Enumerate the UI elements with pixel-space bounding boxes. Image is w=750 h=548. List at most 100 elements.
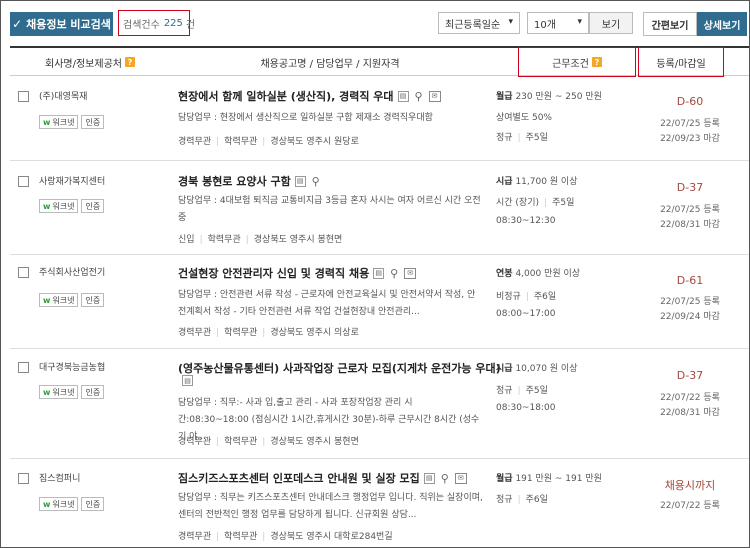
- experience-tag: 경력무관: [178, 532, 212, 542]
- chevron-down-icon: ▾: [577, 17, 582, 27]
- header-title: 채용공고명 / 담당업무 / 지원자격: [180, 48, 480, 76]
- registered-date: 22/07/25 등록: [660, 119, 720, 129]
- separator: |: [262, 532, 266, 542]
- job-title[interactable]: (영주농산물유통센터) 사과작업장 근로자 모집(지게차 운전가능 우대): [178, 360, 501, 376]
- worknet-badge-label: 워크넷: [52, 295, 75, 305]
- registered-date: 22/07/25 등록: [660, 205, 720, 215]
- company-name[interactable]: 대구경북능금농협: [39, 360, 105, 373]
- row-checkbox[interactable]: [18, 176, 29, 187]
- worknet-badge-label: 워크넷: [52, 499, 75, 509]
- document-icon[interactable]: ▤: [182, 375, 193, 386]
- dday-badge: D-37: [676, 181, 704, 194]
- toolbar: ✓ 채용정보 비교검색 검색건수 225 건 최근등록일순 ▾ 10개 ▾ 보기…: [1, 1, 749, 41]
- worknet-badge-label: 워크넷: [52, 117, 75, 127]
- work-days: 주5일: [552, 198, 575, 208]
- employment-condition: 정규 | 주5일: [496, 383, 548, 396]
- education-tag: 학력무관: [224, 328, 258, 338]
- education-tag: 학력무관: [224, 532, 258, 542]
- page-size-value: 10개: [534, 19, 556, 31]
- registered-date: 22/07/22 등록: [660, 393, 720, 403]
- pay-info: 월급 191 만원 ~ 191 만원: [496, 471, 602, 484]
- worknet-logo-icon: w: [43, 499, 51, 509]
- worknet-logo-icon: w: [43, 117, 51, 127]
- detail-view-button[interactable]: 상세보기: [697, 12, 747, 36]
- separator: |: [216, 437, 220, 447]
- closing-date: 22/09/23 마감: [660, 134, 720, 144]
- sort-select[interactable]: 최근등록일순 ▾: [438, 12, 520, 34]
- worknet-badge: w 워크넷: [39, 199, 79, 213]
- date-info: 22/07/25 등록 22/09/24 마감: [650, 295, 730, 325]
- worknet-badge-label: 워크넷: [52, 201, 75, 211]
- separator: |: [525, 292, 529, 302]
- help-icon[interactable]: ?: [591, 57, 602, 67]
- compare-search-button[interactable]: ✓ 채용정보 비교검색: [10, 12, 113, 36]
- row-checkbox[interactable]: [18, 267, 29, 278]
- company-name[interactable]: (주)대영목재: [39, 89, 87, 102]
- job-tags: 경력무관 | 학력무관 | 경상북도 영주시 대학로284번길: [178, 529, 393, 542]
- mail-icon[interactable]: ✉: [454, 472, 467, 484]
- worknet-logo-icon: w: [43, 387, 51, 397]
- row-checkbox[interactable]: [18, 362, 29, 373]
- result-count-unit: 건: [185, 19, 196, 31]
- company-name[interactable]: 사랑재가복지센터: [39, 174, 105, 187]
- registered-date: 22/07/22 등록: [660, 501, 720, 511]
- location-tag: 경상북도 영주시 의상로: [270, 328, 359, 338]
- separator: |: [245, 235, 249, 245]
- search-icon[interactable]: ⚲: [310, 175, 322, 188]
- table-row: (주)대영목재 w 워크넷 인증 현장에서 함께 일하실분 (생산직), 경력직 …: [10, 77, 749, 161]
- pay-type: 연봉: [496, 269, 513, 279]
- certified-badge: 인증: [81, 199, 105, 213]
- worknet-badge: w 워크넷: [39, 293, 79, 307]
- help-icon[interactable]: ?: [124, 57, 135, 67]
- mail-icon[interactable]: ✉: [404, 267, 417, 279]
- job-title-text: 경북 봉현로 요양사 구함: [178, 175, 291, 188]
- pay-value: 230 만원 ~ 250 만원: [515, 92, 602, 102]
- document-icon[interactable]: ▤: [373, 267, 385, 279]
- search-icon[interactable]: ⚲: [413, 90, 425, 103]
- pay-type: 시급: [496, 177, 513, 187]
- company-name[interactable]: 짐스컴퍼니: [39, 471, 80, 484]
- header-dates-label: 등록/마감일: [656, 58, 706, 70]
- document-icon[interactable]: ▤: [423, 472, 435, 484]
- date-info: 22/07/25 등록 22/09/23 마감: [650, 117, 730, 147]
- search-icon[interactable]: ⚲: [388, 267, 400, 280]
- education-tag: 학력무관: [224, 437, 258, 447]
- separator: |: [517, 495, 521, 505]
- row-checkbox[interactable]: [18, 473, 29, 484]
- result-count-value: 225: [163, 17, 183, 29]
- separator: |: [262, 437, 266, 447]
- badges: w 워크넷 인증: [39, 199, 105, 213]
- job-title[interactable]: 경북 봉현로 요양사 구함 ▤ ⚲: [178, 173, 322, 189]
- job-title-text: 건설현장 안전관리자 신입 및 경력직 채용: [178, 267, 370, 280]
- certified-badge: 인증: [81, 497, 105, 511]
- badges: w 워크넷 인증: [39, 293, 105, 307]
- job-title[interactable]: 현장에서 함께 일하실분 (생산직), 경력직 우대 ▤ ⚲ ✉: [178, 88, 441, 104]
- job-title-text: 짐스키즈스포츠센터 인포데스크 안내원 및 실장 모집: [178, 472, 420, 485]
- location-tag: 경상북도 영주시 대학로284번길: [270, 532, 393, 542]
- row-checkbox[interactable]: [18, 91, 29, 102]
- work-days: 주6일: [525, 495, 548, 505]
- date-info: 22/07/22 등록 22/08/31 마감: [650, 391, 730, 421]
- header-conditions: 근무조건 ?: [518, 47, 636, 77]
- employment-condition: 비정규 | 주6일: [496, 289, 556, 302]
- page-size-select[interactable]: 10개 ▾: [527, 12, 589, 34]
- company-name[interactable]: 주식회사산업전기: [39, 265, 105, 278]
- compare-search-label: 채용정보 비교검색: [26, 18, 111, 31]
- pay-value: 11,700 원 이상: [515, 177, 578, 187]
- search-icon[interactable]: ⚲: [439, 472, 451, 485]
- mail-icon[interactable]: ✉: [428, 90, 441, 102]
- apply-view-button[interactable]: 보기: [589, 12, 633, 34]
- job-title[interactable]: 건설현장 안전관리자 신입 및 경력직 채용 ▤ ⚲ ✉: [178, 265, 417, 281]
- employment-type: 정규: [496, 495, 513, 505]
- closing-date: 22/08/31 마감: [660, 220, 720, 230]
- job-title[interactable]: 짐스키즈스포츠센터 인포데스크 안내원 및 실장 모집 ▤ ⚲ ✉: [178, 470, 467, 486]
- badges: w 워크넷 인증: [39, 385, 105, 399]
- document-icon[interactable]: ▤: [294, 175, 306, 187]
- dday-badge: D-37: [676, 369, 704, 382]
- pay-value: 10,070 원 이상: [515, 364, 578, 374]
- simple-view-button[interactable]: 간편보기: [643, 12, 697, 36]
- sort-select-value: 최근등록일순: [445, 19, 501, 31]
- document-icon[interactable]: ▤: [397, 90, 409, 102]
- experience-tag: 경력무관: [178, 137, 212, 147]
- work-hours: 08:00~17:00: [496, 309, 556, 319]
